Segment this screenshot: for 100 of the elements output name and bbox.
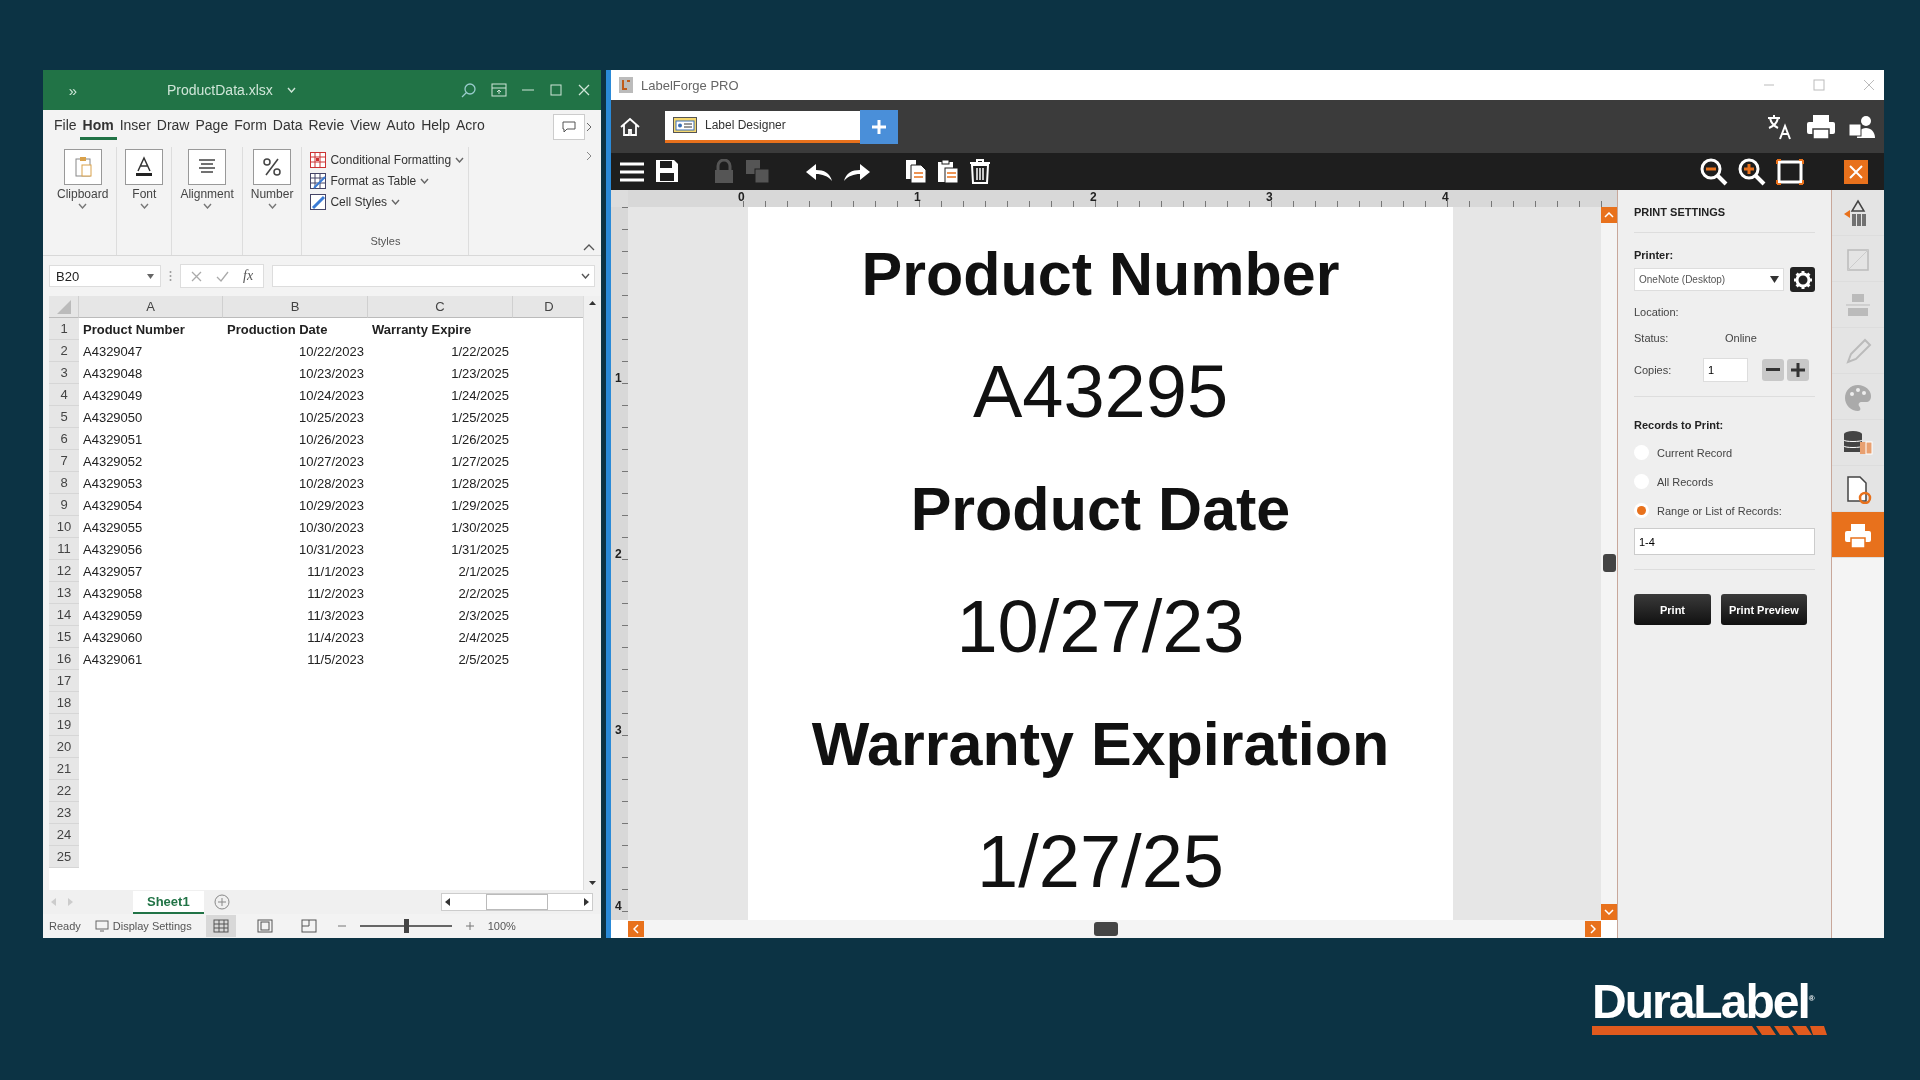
ribbon-tab[interactable]: Hom (79, 113, 117, 140)
row-header[interactable]: 15 (49, 626, 79, 648)
ribbon-command[interactable]: Conditional Formatting (310, 151, 461, 169)
side-panel-tab[interactable] (1832, 420, 1884, 466)
zoom-out-icon[interactable] (1700, 157, 1728, 186)
printer-icon[interactable] (1806, 113, 1836, 140)
copy-icon[interactable] (905, 158, 927, 185)
scroll-thumb[interactable] (1603, 554, 1616, 572)
new-tab-button[interactable] (860, 109, 898, 144)
view-button[interactable] (205, 915, 236, 937)
decrement-button[interactable] (1762, 359, 1784, 381)
trash-icon[interactable] (969, 158, 991, 185)
increment-button[interactable] (1787, 359, 1809, 381)
ribbon-tab[interactable]: Auto (383, 113, 419, 140)
sheet-tab[interactable]: Sheet1 (133, 890, 204, 914)
ribbon-tab[interactable]: Data (269, 113, 306, 140)
column-header[interactable]: C (368, 296, 513, 318)
row-header[interactable]: 14 (49, 604, 79, 626)
row-header[interactable]: 3 (49, 362, 79, 384)
row-header[interactable]: 22 (49, 780, 79, 802)
row-header[interactable]: 19 (49, 714, 79, 736)
users-icon[interactable] (1848, 113, 1876, 140)
horizontal-scrollbar[interactable] (441, 893, 593, 911)
close-icon[interactable] (1844, 159, 1868, 184)
row-header[interactable]: 16 (49, 648, 79, 670)
fit-to-page-icon[interactable] (1776, 158, 1804, 185)
home-icon[interactable] (619, 116, 641, 137)
caret-icon[interactable] (78, 203, 88, 209)
cancel-icon[interactable] (191, 270, 202, 282)
ribbon-tab[interactable]: Help (418, 113, 453, 140)
caret-icon[interactable] (139, 203, 149, 209)
caret-icon[interactable] (420, 178, 430, 184)
row-header[interactable]: 12 (49, 560, 79, 582)
printer-settings-button[interactable] (1790, 267, 1815, 292)
ribbon-tab[interactable]: Revie (305, 113, 348, 140)
row-header[interactable]: 20 (49, 736, 79, 758)
row-header[interactable]: 9 (49, 494, 79, 516)
row-header[interactable]: 7 (49, 450, 79, 472)
row-header[interactable]: 1 (49, 318, 79, 340)
row-header[interactable]: 13 (49, 582, 79, 604)
copies-field[interactable]: 1 (1703, 358, 1748, 382)
add-sheet-icon[interactable] (213, 894, 230, 910)
caret-icon[interactable] (202, 203, 212, 209)
row-header[interactable]: 18 (49, 692, 79, 714)
caret-icon[interactable] (391, 199, 401, 205)
row-header[interactable]: 10 (49, 516, 79, 538)
vertical-scrollbar[interactable] (1601, 207, 1617, 920)
insert-function-button[interactable]: fx (243, 268, 254, 284)
paste-icon[interactable] (937, 158, 959, 185)
row-header[interactable]: 24 (49, 824, 79, 846)
column-header[interactable]: A (79, 296, 223, 318)
column-header[interactable]: B (223, 296, 368, 318)
ribbon-tab[interactable]: View (347, 113, 384, 140)
ribbon-button[interactable] (253, 149, 292, 185)
ribbon-command[interactable]: Format as Table (310, 172, 461, 190)
save-icon[interactable] (655, 158, 679, 185)
ribbon-display-icon[interactable] (491, 83, 507, 97)
confirm-icon[interactable] (216, 270, 229, 282)
expand-icon[interactable] (581, 273, 590, 279)
printer-dropdown[interactable]: OneNote (Desktop) (1634, 268, 1784, 291)
side-panel-tab[interactable] (1832, 190, 1884, 236)
ribbon-tab[interactable]: Inser (116, 113, 154, 140)
radio-option[interactable]: All Records (1634, 474, 1815, 489)
more-icon[interactable] (169, 270, 172, 282)
dropdown-icon[interactable] (147, 273, 154, 279)
row-header[interactable]: 21 (49, 758, 79, 780)
row-header[interactable]: 4 (49, 384, 79, 406)
row-header[interactable]: 6 (49, 428, 79, 450)
search-icon[interactable] (461, 82, 477, 98)
row-header[interactable]: 8 (49, 472, 79, 494)
translate-icon[interactable] (1766, 113, 1794, 140)
side-panel-tab[interactable] (1832, 466, 1884, 512)
comments-button[interactable] (553, 113, 585, 140)
radio-option[interactable]: Current Record (1634, 445, 1815, 460)
radio-option[interactable]: Range or List of Records: (1634, 503, 1815, 518)
dropdown-icon[interactable] (1770, 276, 1779, 283)
ribbon-button[interactable] (125, 149, 164, 185)
row-header[interactable]: 11 (49, 538, 79, 560)
document-tab[interactable]: Label Designer (665, 110, 860, 143)
row-header[interactable]: 5 (49, 406, 79, 428)
ribbon-command[interactable]: Cell Styles (310, 193, 461, 211)
caret-icon[interactable] (267, 203, 277, 209)
ribbon-tab[interactable]: Acro (452, 113, 488, 140)
row-header[interactable]: 23 (49, 802, 79, 824)
quick-access-overflow[interactable]: » (53, 81, 93, 99)
column-header[interactable]: D (513, 296, 583, 318)
ribbon-tab[interactable]: Page (192, 113, 232, 140)
zoom-in-icon[interactable] (1738, 157, 1766, 186)
print-button[interactable]: Print (1634, 594, 1711, 625)
radio-button[interactable] (1634, 503, 1649, 518)
print-preview-button[interactable]: Print Preview (1721, 594, 1807, 625)
maximize-icon[interactable] (549, 83, 563, 97)
ribbon-tab[interactable]: Form (231, 113, 270, 140)
scroll-thumb[interactable] (1094, 922, 1118, 936)
range-field[interactable]: 1-4 (1634, 528, 1815, 555)
slider-thumb[interactable] (403, 919, 409, 933)
horizontal-scrollbar[interactable] (628, 920, 1601, 938)
row-header[interactable]: 2 (49, 340, 79, 362)
title-caret-icon[interactable] (286, 87, 296, 93)
row-header[interactable]: 25 (49, 846, 79, 868)
